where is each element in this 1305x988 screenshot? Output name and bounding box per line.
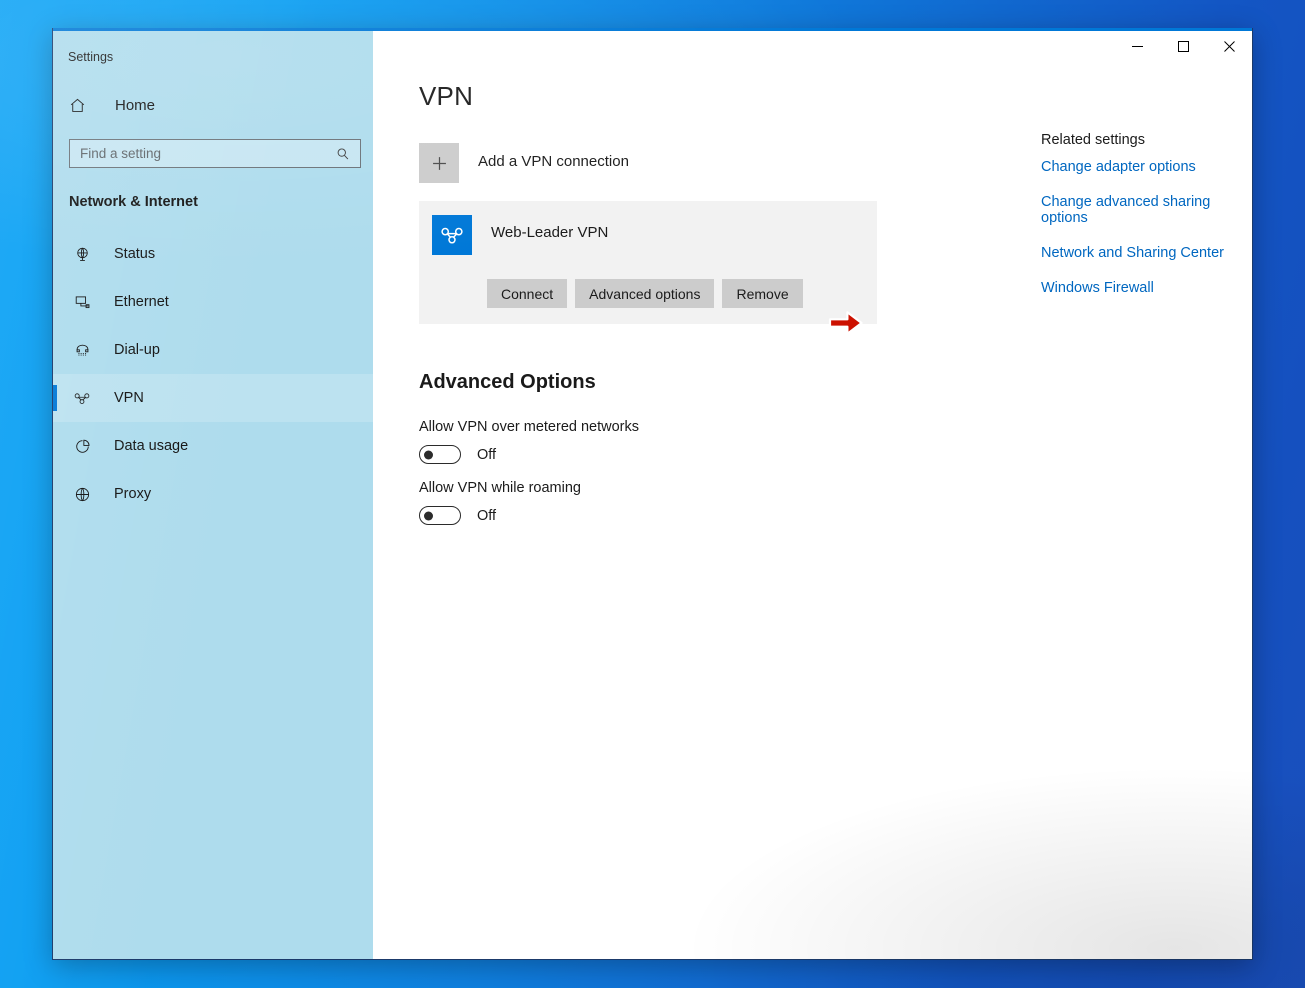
sidebar-item-home[interactable]: Home (53, 85, 373, 125)
sidebar-item-proxy[interactable]: Proxy (53, 470, 373, 518)
search-box[interactable] (69, 139, 361, 168)
advanced-options-heading: Advanced Options (419, 371, 596, 393)
toggle-knob (424, 511, 433, 520)
related-settings-title: Related settings (1041, 132, 1145, 148)
sidebar: Settings Home Find a setting Network & I… (53, 31, 373, 959)
sidebar-item-dial-up[interactable]: Dial-up (53, 326, 373, 374)
roaming-toggle[interactable] (419, 506, 461, 525)
content-pane: VPN Add a VPN connection Web-Leader VPN … (373, 31, 1252, 959)
advanced-option-metered: Allow VPN over metered networks Off (419, 419, 979, 464)
vpn-knot-icon (432, 215, 472, 255)
search-input[interactable] (80, 146, 334, 161)
sidebar-item-label: Status (114, 246, 156, 262)
plus-icon (419, 143, 459, 183)
settings-window: Settings Home Find a setting Network & I… (52, 28, 1253, 960)
add-vpn-connection-label: Add a VPN connection (478, 153, 629, 170)
vpn-connection-name: Web-Leader VPN (491, 224, 609, 241)
toggle-knob (424, 450, 433, 459)
metered-networks-toggle[interactable] (419, 445, 461, 464)
related-settings-panel: Related settings Change adapter options … (1041, 81, 1252, 541)
add-vpn-connection-row[interactable]: Add a VPN connection (419, 143, 979, 191)
maximize-button[interactable] (1160, 31, 1206, 62)
desktop-background: Settings Home Find a setting Network & I… (0, 0, 1305, 988)
sidebar-item-data-usage[interactable]: Data usage (53, 422, 373, 470)
sidebar-item-label: VPN (114, 390, 144, 406)
advanced-options-button[interactable]: Advanced options (575, 279, 715, 308)
main-column: VPN Add a VPN connection Web-Leader VPN … (419, 81, 979, 541)
pie-chart-icon (69, 435, 95, 457)
vpn-connection-card[interactable]: Web-Leader VPN Connect Advanced options … (419, 201, 877, 324)
ethernet-icon (69, 291, 95, 313)
link-change-adapter-options[interactable]: Change adapter options (1041, 159, 1196, 175)
sidebar-home-label: Home (115, 96, 156, 114)
advanced-option-roaming: Allow VPN while roaming Off (419, 480, 979, 525)
status-globe-icon (69, 243, 95, 265)
window-caption-buttons (1114, 31, 1252, 62)
sidebar-item-label: Proxy (114, 486, 152, 502)
search-icon[interactable] (334, 145, 352, 163)
toggle-state-label: Off (477, 446, 497, 463)
sidebar-item-label: Ethernet (114, 294, 169, 310)
sidebar-nav-list: Status Ethernet Dial-up VPN Data usage P… (53, 230, 373, 518)
close-button[interactable] (1206, 31, 1252, 62)
sidebar-section-title: Network & Internet (69, 194, 198, 210)
toggle-state-label: Off (477, 507, 497, 524)
link-change-advanced-sharing-options[interactable]: Change advanced sharing options (1041, 194, 1252, 226)
link-network-and-sharing-center[interactable]: Network and Sharing Center (1041, 245, 1224, 261)
sidebar-item-status[interactable]: Status (53, 230, 373, 278)
sidebar-item-ethernet[interactable]: Ethernet (53, 278, 373, 326)
globe-icon (69, 483, 95, 505)
sidebar-item-label: Dial-up (114, 342, 160, 358)
page-title: VPN (419, 81, 474, 111)
vpn-actions-row: Connect Advanced options Remove (432, 279, 877, 308)
home-icon (69, 95, 99, 115)
search-wrapper (69, 139, 361, 168)
advanced-option-label: Allow VPN while roaming (419, 480, 581, 496)
link-windows-firewall[interactable]: Windows Firewall (1041, 280, 1154, 296)
dial-up-phone-icon (69, 339, 95, 361)
vpn-knot-icon (69, 387, 95, 409)
app-title: Settings (68, 50, 114, 64)
minimize-button[interactable] (1114, 31, 1160, 62)
sidebar-item-label: Data usage (114, 438, 189, 454)
advanced-option-label: Allow VPN over metered networks (419, 419, 639, 435)
connect-button[interactable]: Connect (487, 279, 568, 308)
sidebar-item-vpn[interactable]: VPN (53, 374, 373, 422)
remove-button[interactable]: Remove (722, 279, 803, 308)
